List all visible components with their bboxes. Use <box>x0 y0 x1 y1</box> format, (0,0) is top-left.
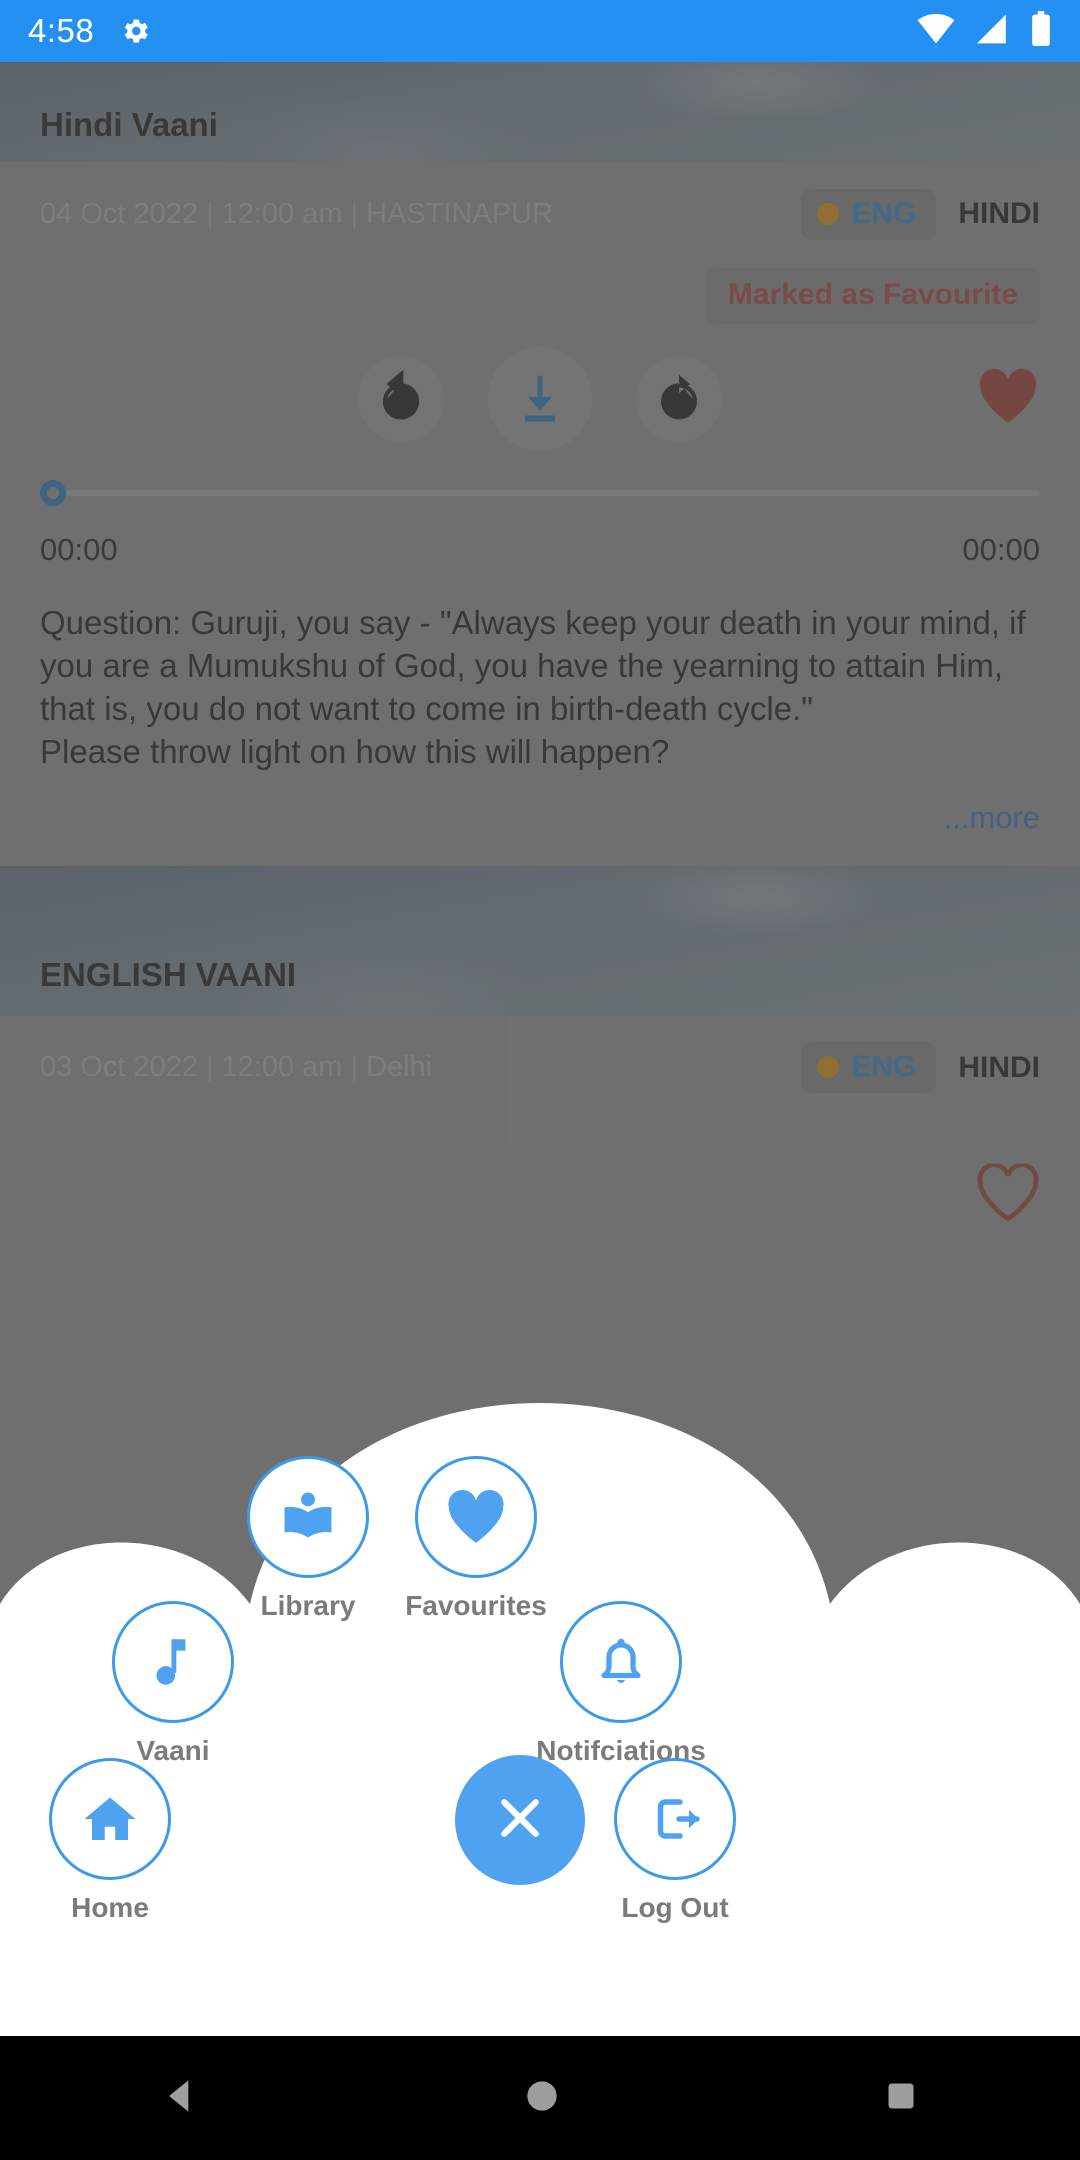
status-bar-indicators <box>916 10 1052 52</box>
fab-menu-sheet: Library Favourites Vaani Notifciations H… <box>0 1346 1080 2036</box>
heart-icon[interactable] <box>415 1456 537 1578</box>
fab-item-logout[interactable]: Log Out <box>575 1758 775 1924</box>
wifi-icon <box>916 13 956 50</box>
battery-icon <box>1030 10 1052 52</box>
status-bar-clock: 4:58 <box>28 12 95 49</box>
gear-icon <box>118 14 152 48</box>
fab-label-home: Home <box>71 1892 149 1923</box>
home-icon[interactable] <box>49 1758 171 1880</box>
app-screen: 4:58 Hindi Vaani 0 <box>0 0 1080 2160</box>
logout-icon[interactable] <box>614 1758 736 1880</box>
music-note-icon[interactable] <box>112 1601 234 1723</box>
bell-icon[interactable] <box>560 1601 682 1723</box>
status-bar: 4:58 <box>0 0 1080 62</box>
library-icon[interactable] <box>247 1456 369 1578</box>
fab-item-notifications[interactable]: Notifciations <box>521 1601 721 1767</box>
back-triangle-icon[interactable] <box>159 2074 203 2123</box>
close-fab-button[interactable] <box>455 1755 585 1885</box>
close-icon <box>491 1789 549 1852</box>
home-circle-icon[interactable] <box>520 2074 564 2123</box>
fab-label-library: Library <box>260 1590 356 1621</box>
fab-label-logout: Log Out <box>621 1892 729 1923</box>
fab-item-favourites[interactable]: Favourites <box>376 1456 576 1622</box>
android-nav-bar <box>0 2036 1080 2160</box>
recents-square-icon[interactable] <box>881 2076 921 2121</box>
signal-icon <box>974 13 1012 50</box>
fab-item-home[interactable]: Home <box>10 1758 210 1924</box>
fab-item-vaani[interactable]: Vaani <box>73 1601 273 1767</box>
